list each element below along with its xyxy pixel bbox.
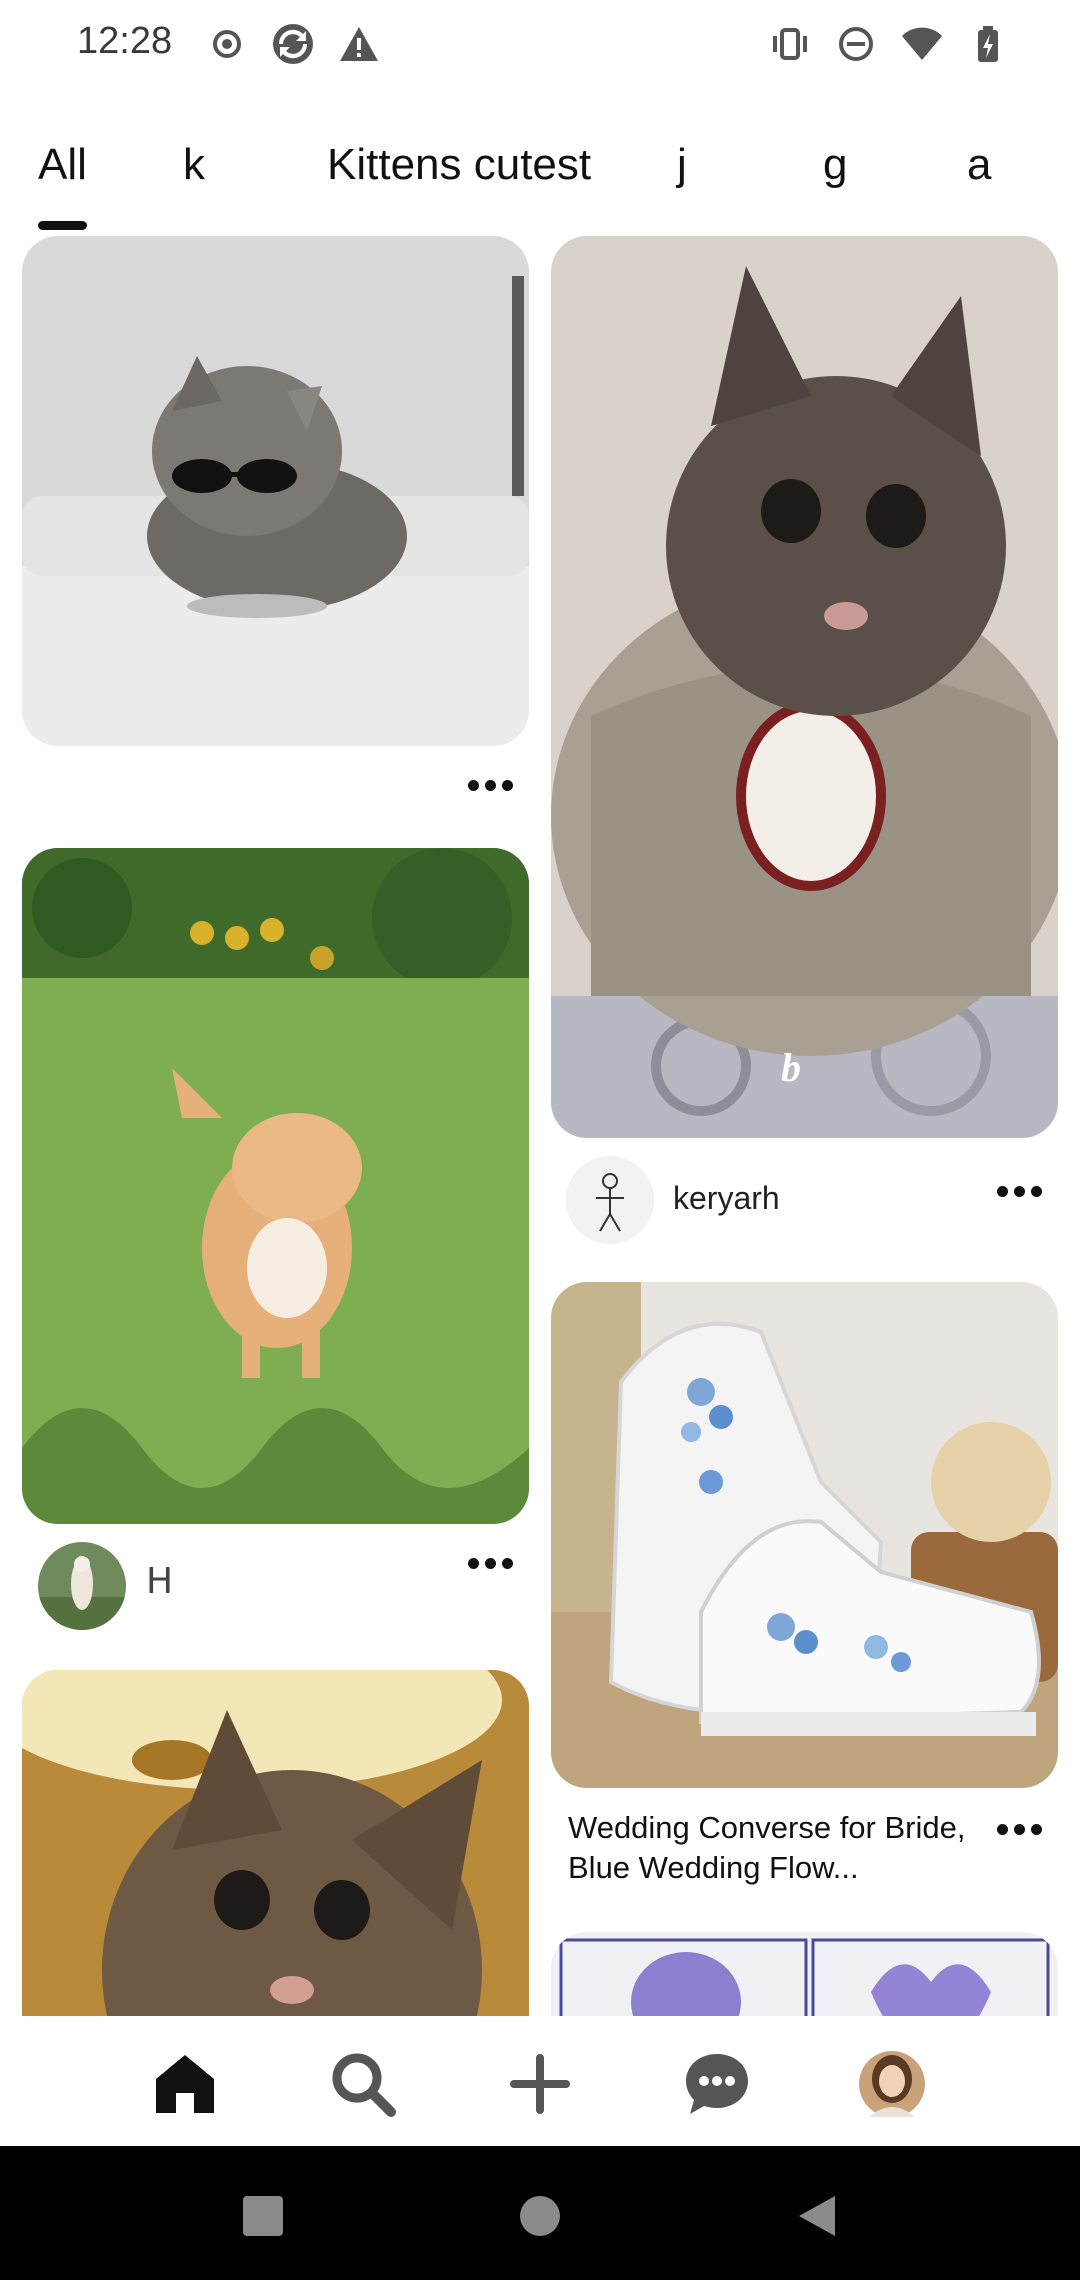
warning-icon	[340, 27, 378, 61]
back-icon	[799, 2196, 835, 2236]
tab-j[interactable]: j	[677, 140, 687, 190]
purple-illustration-image	[551, 1932, 1058, 2016]
nav-messages[interactable]	[677, 2044, 757, 2124]
kitten-with-sunglasses-image	[22, 236, 529, 746]
battery-charging-icon	[978, 26, 998, 62]
nav-search[interactable]	[323, 2044, 403, 2124]
profile-avatar	[859, 2051, 925, 2117]
stick-figure-avatar-icon	[566, 1156, 654, 1244]
user-avatar-statue[interactable]	[38, 1542, 126, 1630]
system-navigation-bar	[0, 2146, 1080, 2280]
home-icon	[156, 2055, 214, 2113]
nav-create[interactable]	[500, 2044, 580, 2124]
orange-kitten-in-grass-image	[22, 848, 529, 1524]
recents-button[interactable]	[233, 2186, 293, 2246]
wifi-icon	[902, 27, 942, 60]
pinterest-home-screen: 12:28 All k Kittens cutest j g a b kerya…	[0, 0, 1080, 2280]
recents-icon	[243, 2196, 283, 2236]
statue-avatar-icon	[38, 1542, 126, 1630]
tab-kittens-cutest[interactable]: Kittens cutest	[327, 140, 591, 190]
create-icon	[510, 2054, 570, 2114]
tabby-kitten-under-lamp-image	[22, 1670, 529, 2016]
pin-kitten-grass[interactable]	[22, 848, 529, 1524]
pin-more-button[interactable]	[460, 770, 520, 800]
pin-more-button[interactable]	[989, 1176, 1049, 1206]
record-icon	[213, 30, 241, 58]
user-avatar-keryarh[interactable]	[566, 1156, 654, 1244]
pin-feed: b keryarh ᕼ Wedding Converse for Bride, …	[0, 236, 1080, 2016]
pin-more-button[interactable]	[989, 1814, 1049, 1844]
messages-icon	[686, 2054, 748, 2114]
back-button[interactable]	[787, 2186, 847, 2246]
home-circle-icon	[520, 2196, 560, 2236]
kitten-in-sweater-image: b	[551, 236, 1058, 1138]
status-bar: 12:28	[0, 0, 1080, 90]
pin-author-name[interactable]: keryarh	[673, 1180, 780, 1217]
pin-purple-illustration[interactable]	[551, 1932, 1058, 2016]
sync-icon	[273, 24, 313, 64]
nav-home[interactable]	[145, 2044, 225, 2124]
bottom-navigation	[0, 2016, 1080, 2146]
search-icon	[332, 2053, 396, 2117]
pin-wedding-converse[interactable]	[551, 1282, 1058, 1788]
tab-all[interactable]: All	[38, 140, 87, 230]
vibrate-icon	[773, 28, 807, 60]
nav-profile[interactable]	[852, 2044, 932, 2124]
pin-kitten-sweater[interactable]: b	[551, 236, 1058, 1138]
home-system-button[interactable]	[510, 2186, 570, 2246]
pin-overlay-letter: b	[781, 1045, 801, 1090]
pin-tabby-kitten[interactable]	[22, 1670, 529, 2016]
pin-kitten-sunglasses[interactable]	[22, 236, 529, 746]
tab-a[interactable]: a	[967, 140, 991, 190]
pin-title[interactable]: Wedding Converse for Bride, Blue Wedding…	[568, 1808, 988, 1888]
status-time: 12:28	[77, 20, 173, 62]
pin-more-button[interactable]	[460, 1548, 520, 1578]
tab-k[interactable]: k	[183, 140, 205, 190]
tab-g[interactable]: g	[823, 140, 847, 190]
board-filter-tabs: All k Kittens cutest j g a	[0, 140, 1080, 230]
pin-author-signature[interactable]: ᕼ	[146, 1560, 173, 1602]
do-not-disturb-icon	[839, 27, 873, 61]
embroidered-white-converse-image	[551, 1282, 1058, 1788]
